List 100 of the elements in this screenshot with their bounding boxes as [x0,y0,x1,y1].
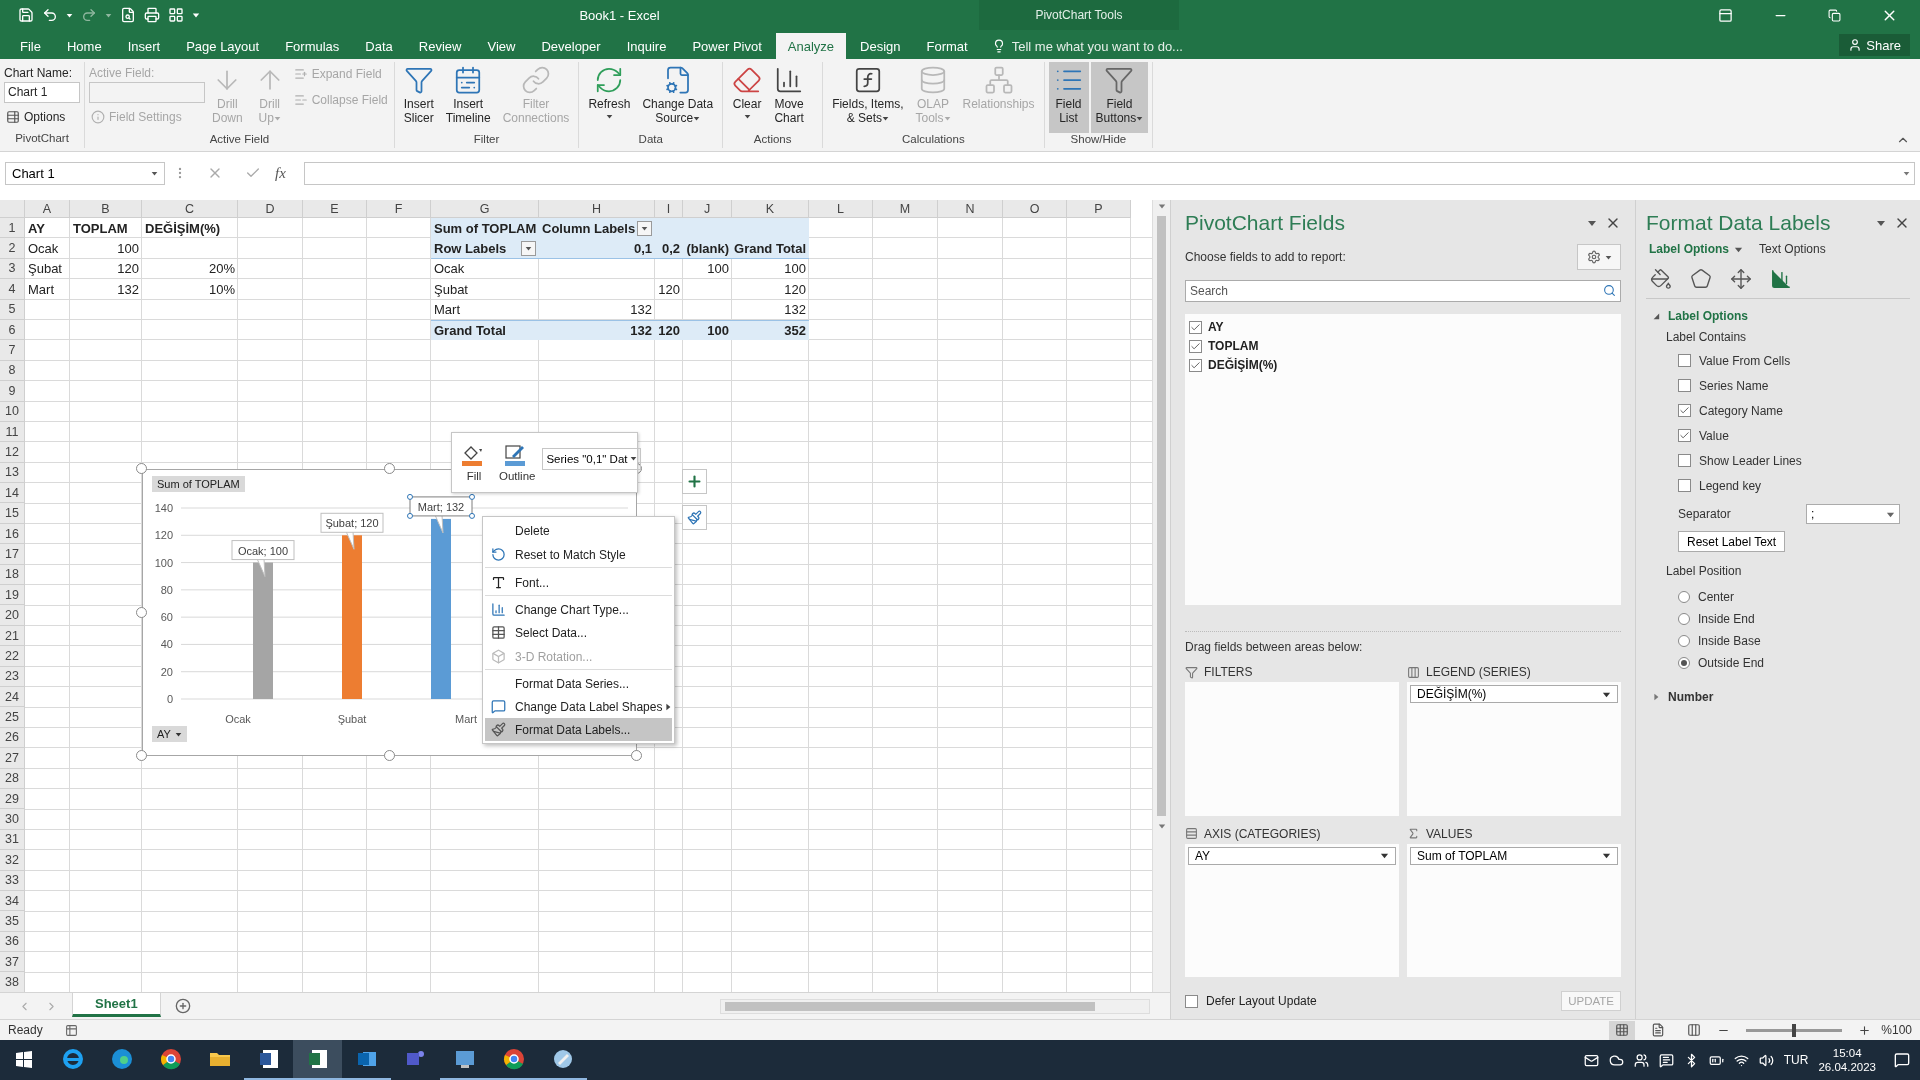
checkbox[interactable] [1678,379,1691,392]
row-header[interactable]: 13 [0,462,25,484]
cloud-icon[interactable] [1608,1052,1624,1068]
row-header[interactable]: 22 [0,646,25,667]
caret-icon[interactable] [66,11,73,19]
add-sheet-icon[interactable] [174,998,191,1014]
zoom-in-icon[interactable] [1858,1023,1872,1037]
sheet-tab[interactable]: Sheet1 [72,992,161,1017]
insert-function-button[interactable]: fx [275,164,286,182]
taskbar-app[interactable] [293,1040,342,1080]
ribbon-button[interactable]: Refresh [583,62,636,133]
radio-button[interactable] [1678,591,1690,603]
row-header[interactable]: 38 [0,972,25,992]
ribbon-button[interactable]: Move Chart [769,62,810,133]
field-button[interactable]: AY [152,726,187,742]
ribbon-button[interactable]: Insert Slicer [398,62,439,133]
printer-icon[interactable] [144,7,160,23]
section-header[interactable]: Number [1668,690,1714,704]
row-header[interactable]: 18 [0,564,25,586]
row-header[interactable]: 37 [0,952,25,973]
icon-tab[interactable] [1690,268,1712,290]
row-header[interactable]: 30 [0,809,25,830]
checkbox[interactable] [1189,320,1202,334]
row-header[interactable]: 34 [0,890,25,912]
ribbon-tab[interactable]: View [475,33,528,59]
tools-button[interactable] [1577,244,1621,270]
row-header[interactable]: 8 [0,360,25,382]
notification-icon[interactable] [1894,1052,1910,1068]
checkbox[interactable] [1678,354,1691,367]
row-header[interactable]: 14 [0,483,25,504]
resize-handle[interactable] [383,463,395,474]
resize-handle[interactable] [136,750,147,761]
row-header[interactable]: 25 [0,707,25,728]
row-header[interactable]: 7 [0,340,25,361]
format-button[interactable]: Outline [496,441,539,484]
formula-input[interactable] [303,161,1915,185]
row-header[interactable]: 31 [0,829,25,851]
column-header[interactable]: A [25,200,70,218]
column-header[interactable]: G [431,200,539,218]
language-indicator[interactable]: TUR [1783,1053,1809,1067]
horizontal-scrollbar[interactable] [720,998,1150,1014]
section-header[interactable]: Label Options [1668,309,1748,323]
column-header[interactable]: M [873,200,938,218]
share-button[interactable]: Share [1839,34,1910,56]
resize-handle[interactable] [383,750,395,761]
row-header[interactable]: 6 [0,319,25,341]
preview-icon[interactable] [120,7,136,23]
column-header[interactable]: L [809,200,873,218]
row-header[interactable]: 4 [0,279,25,300]
row-header[interactable]: 23 [0,666,25,687]
ribbon-button[interactable]: Field Buttons [1090,62,1149,133]
ribbon-button[interactable]: Options [4,105,80,129]
checkbox[interactable] [1189,339,1202,353]
ribbon-button[interactable]: Insert Timeline [440,62,496,133]
row-header[interactable]: 36 [0,931,25,953]
row-header[interactable]: 12 [0,442,25,463]
menu-item[interactable]: Select Data... [485,621,672,644]
column-header[interactable]: P [1067,200,1131,218]
ribbon-tab[interactable]: Developer [529,33,613,59]
ribbon-tab[interactable]: Analyze [775,33,847,59]
column-header[interactable]: D [238,200,303,218]
tab[interactable]: Label Options [1646,242,1746,256]
redo-icon[interactable] [81,7,97,23]
reset-button[interactable]: Reset Label Text [1678,531,1786,552]
name-field[interactable]: Chart 1 [4,82,80,103]
ribbon-tab[interactable]: Design [848,33,913,59]
area-field[interactable]: AY [1188,846,1396,865]
caret-icon[interactable] [105,11,112,19]
radio-button[interactable] [1678,635,1690,647]
resize-handle[interactable] [631,750,642,761]
ribbon-tab[interactable]: File [8,33,53,59]
row-header[interactable]: 20 [0,605,25,626]
restore-icon[interactable] [1828,8,1841,22]
row-header[interactable]: 17 [0,544,25,565]
undo-icon[interactable] [42,7,58,23]
data-label[interactable]: Mart; 132 [407,493,475,534]
customize-icon[interactable] [192,11,200,19]
row-header[interactable]: 2 [0,238,25,259]
row-header[interactable]: 33 [0,870,25,891]
grid-icon[interactable] [168,7,184,23]
menu-item[interactable]: Delete [485,519,672,542]
column-header[interactable]: B [70,200,142,218]
checkbox[interactable] [1678,479,1691,492]
view-button[interactable] [1609,1020,1636,1040]
column-header[interactable]: I [655,200,683,218]
column-header[interactable]: K [732,200,809,218]
ribbon-button[interactable]: Fields, Items, & Sets [827,62,909,133]
resize-handle[interactable] [136,463,147,474]
separator-dropdown[interactable]: ; [1806,504,1900,524]
ribbon-display-icon[interactable] [1718,7,1733,23]
icon-tab[interactable] [1650,268,1672,290]
area-field[interactable]: Sum of TOPLAM [1410,846,1618,865]
expand-icon[interactable] [1652,312,1660,320]
row-header[interactable]: 11 [0,421,25,443]
area-field[interactable]: DEĞİŞİM(%) [1410,685,1618,703]
row-header[interactable]: 16 [0,523,25,545]
search-prompt[interactable]: Tell me what you want to do... [1011,38,1183,54]
scroll-arrow-icon[interactable] [1157,202,1166,210]
ribbon-tab[interactable]: Power Pivot [680,33,774,59]
column-header[interactable]: N [938,200,1003,218]
